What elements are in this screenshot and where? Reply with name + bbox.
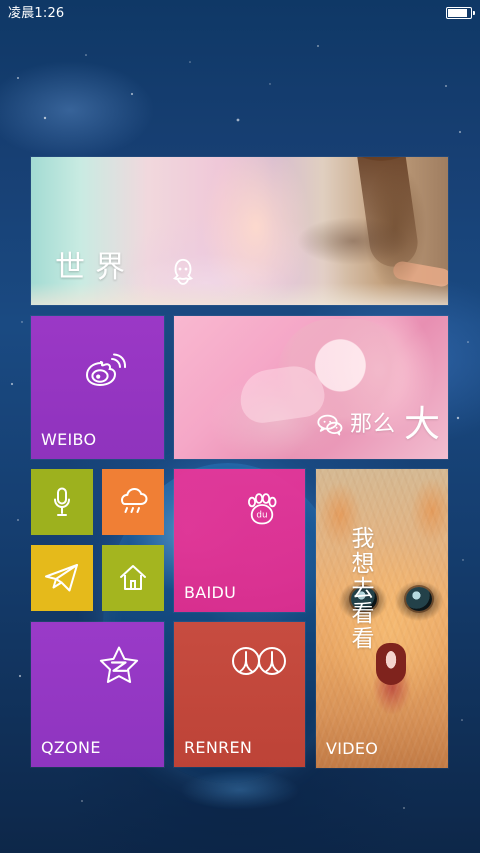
video-label: VIDEO (326, 739, 379, 758)
qzone-tile[interactable]: QZONE (31, 622, 164, 767)
weather-tile[interactable] (102, 469, 164, 535)
weibo-tile[interactable]: WEIBO (31, 316, 164, 459)
status-bar: 凌晨1:26 (0, 0, 480, 28)
wechat-icon (317, 414, 343, 436)
send-tile[interactable] (31, 545, 93, 611)
wechat-caption-large: 大 (403, 404, 440, 445)
video-vertical-caption: 我想去看看 (347, 526, 373, 651)
cat-right-eye (406, 587, 432, 611)
video-tile[interactable]: 我想去看看 VIDEO (316, 469, 448, 768)
wechat-photo-tile[interactable]: 那么 大 (174, 316, 448, 459)
battery-icon (446, 7, 475, 19)
baidu-tile[interactable]: du BAIDU (174, 469, 305, 612)
baidu-label: BAIDU (184, 583, 237, 602)
home-tile[interactable] (102, 545, 164, 611)
renren-icon (232, 647, 286, 675)
banner-bed-shadow (31, 283, 448, 305)
baidu-icon: du (248, 493, 277, 525)
banner-caption: 世界 (55, 250, 135, 285)
renren-tile[interactable]: RENREN (174, 622, 305, 767)
battery-level-fill (448, 9, 468, 17)
wechat-caption-group: 那么 大 (316, 407, 440, 443)
weibo-label: WEIBO (41, 430, 97, 449)
home-screen: 凌晨1:26 世界 WEIBO 那么 大 du BAIDU 我想去看看 VIDE… (0, 0, 480, 853)
cat-fur-texture (316, 469, 448, 768)
microphone-icon (54, 487, 70, 516)
renren-label: RENREN (184, 738, 253, 757)
wechat-caption-prefix: 那么 (349, 412, 396, 437)
qq-icon (172, 258, 194, 285)
qq-banner-tile[interactable]: 世界 (31, 157, 448, 305)
qzone-icon (99, 646, 139, 683)
status-time: 凌晨1:26 (8, 6, 65, 21)
microphone-tile[interactable] (31, 469, 93, 535)
weibo-icon (85, 353, 127, 387)
cloud-rain-icon (120, 488, 148, 513)
paper-plane-icon (45, 564, 78, 592)
cat-mouth (376, 643, 406, 685)
home-icon (120, 565, 146, 590)
baidu-icon-text: du (256, 511, 267, 521)
qzone-label: QZONE (41, 738, 101, 757)
